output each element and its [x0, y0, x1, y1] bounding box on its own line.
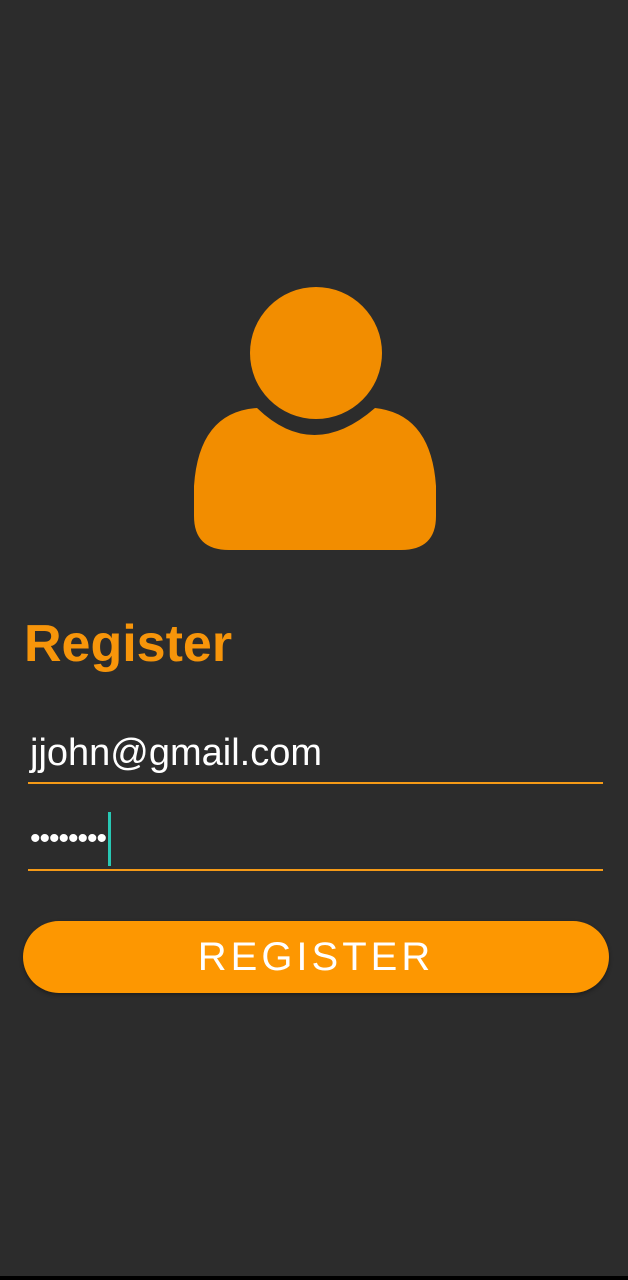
register-screen: Register jjohn@gmail.com •••••••• REGIST…: [0, 0, 628, 1276]
page-title: Register: [24, 615, 233, 673]
email-value: jjohn@gmail.com: [30, 732, 323, 774]
password-mask: ••••••••: [30, 822, 107, 855]
email-field[interactable]: jjohn@gmail.com: [28, 722, 603, 784]
text-caret: [108, 812, 112, 866]
register-button[interactable]: REGISTER: [23, 921, 609, 993]
password-field[interactable]: ••••••••: [28, 809, 603, 871]
password-value: ••••••••: [30, 812, 112, 866]
user-icon: [193, 286, 437, 552]
bottom-edge: [0, 1276, 628, 1280]
